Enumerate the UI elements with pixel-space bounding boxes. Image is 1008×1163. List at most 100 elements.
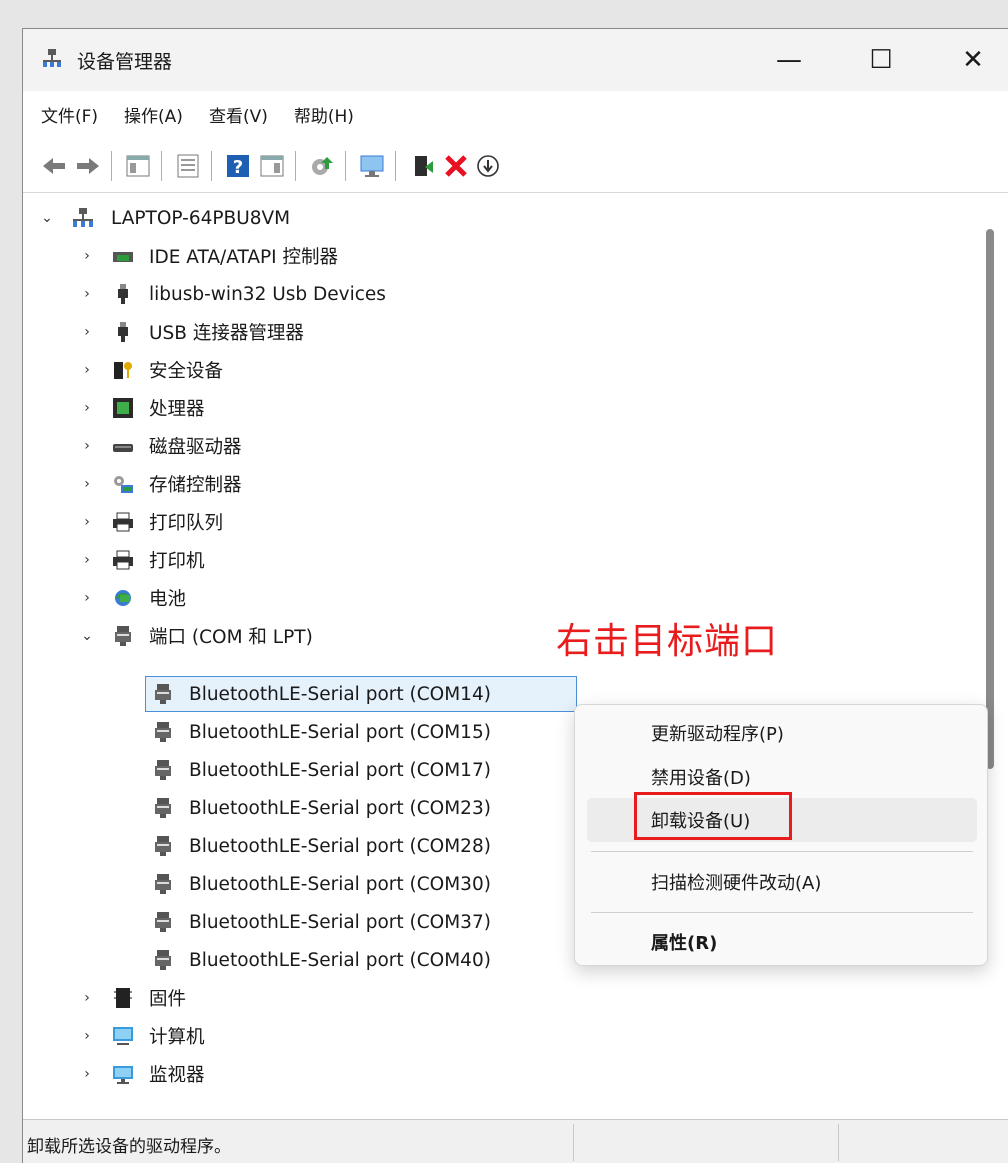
computer-icon: [113, 1027, 133, 1045]
port-item-label: BluetoothLE-Serial port (COM17): [189, 759, 491, 781]
processor-icon: [113, 398, 133, 418]
vertical-scrollbar[interactable]: [986, 229, 994, 769]
chevron-right-icon[interactable]: ›: [79, 590, 95, 606]
tree-category[interactable]: › libusb-win32 Usb Devices: [23, 275, 981, 313]
port-icon: [115, 626, 131, 646]
tree-category[interactable]: › 打印机: [23, 541, 981, 579]
tree-root-label: LAPTOP-64PBU8VM: [111, 207, 291, 229]
tree-category[interactable]: › 磁盘驱动器: [23, 427, 981, 465]
port-icon: [155, 836, 171, 856]
tree-category-label: USB 连接器管理器: [149, 323, 304, 344]
port-icon: [155, 684, 171, 704]
chevron-right-icon[interactable]: ›: [79, 248, 95, 264]
monitor-icon: [113, 1066, 133, 1084]
status-bar: 卸载所选设备的驱动程序。: [23, 1119, 1008, 1163]
menu-update-driver[interactable]: 更新驱动程序(P): [587, 711, 977, 755]
annotation-text: 右击目标端口: [556, 621, 779, 662]
tree-category[interactable]: › 计算机: [23, 1017, 981, 1055]
tree-category[interactable]: › 打印队列: [23, 503, 981, 541]
port-icon: [155, 874, 171, 894]
close-button[interactable]: ✕: [927, 29, 1008, 91]
tree-category-label: 端口 (COM 和 LPT): [149, 627, 313, 648]
status-text: 卸载所选设备的驱动程序。: [27, 1137, 231, 1157]
menu-help[interactable]: 帮助(H): [294, 102, 354, 127]
menu-file[interactable]: 文件(F): [41, 102, 98, 127]
battery-icon: [115, 590, 131, 606]
chevron-right-icon[interactable]: ›: [79, 990, 95, 1006]
uninstall-device-icon[interactable]: [443, 153, 469, 179]
port-item-label: BluetoothLE-Serial port (COM40): [189, 949, 491, 971]
menu-action[interactable]: 操作(A): [124, 102, 183, 127]
tree-category-label: 磁盘驱动器: [149, 437, 242, 458]
port-item-label: BluetoothLE-Serial port (COM37): [189, 911, 491, 933]
window-title: 设备管理器: [77, 51, 173, 73]
menu-properties[interactable]: 属性(R): [587, 920, 977, 964]
chevron-right-icon[interactable]: ›: [79, 400, 95, 416]
port-item-label: BluetoothLE-Serial port (COM28): [189, 835, 491, 857]
scan-hardware-icon[interactable]: [359, 153, 385, 179]
chevron-right-icon[interactable]: ›: [79, 1028, 95, 1044]
maximize-button[interactable]: ☐: [835, 29, 927, 91]
tree-category[interactable]: › 监视器: [23, 1055, 981, 1093]
storage-controller-icon: [114, 476, 133, 493]
update-driver-icon[interactable]: [309, 153, 335, 179]
printer-icon: [113, 550, 133, 570]
help-icon[interactable]: ?: [225, 153, 251, 179]
chevron-down-icon[interactable]: ⌄: [39, 210, 55, 226]
tree-category[interactable]: › 固件: [23, 979, 981, 1017]
chevron-right-icon[interactable]: ›: [79, 514, 95, 530]
download-driver-icon[interactable]: [475, 153, 501, 179]
chevron-right-icon[interactable]: ›: [79, 476, 95, 492]
port-icon: [155, 760, 171, 780]
tree-category-ports[interactable]: ⌄ 端口 (COM 和 LPT): [23, 617, 981, 655]
chevron-right-icon[interactable]: ›: [79, 552, 95, 568]
device-manager-icon: [43, 49, 61, 67]
device-manager-window: 设备管理器 — ☐ ✕ 文件(F) 操作(A) 查看(V) 帮助(H) ? ⌄: [22, 28, 1008, 1163]
tree-category[interactable]: › 电池: [23, 579, 981, 617]
uninstall-highlight-box: [634, 792, 792, 840]
menu-scan-hardware[interactable]: 扫描检测硬件改动(A): [587, 860, 977, 904]
port-item-label: BluetoothLE-Serial port (COM14): [189, 683, 491, 705]
usb-plug-icon: [118, 284, 128, 304]
enable-device-icon[interactable]: [411, 153, 437, 179]
port-item-label: BluetoothLE-Serial port (COM30): [189, 873, 491, 895]
chevron-right-icon[interactable]: ›: [79, 324, 95, 340]
forward-icon[interactable]: [75, 153, 101, 179]
tree-category-label: 存储控制器: [149, 475, 242, 496]
port-icon: [155, 912, 171, 932]
tree-category-label: libusb-win32 Usb Devices: [149, 283, 386, 305]
chevron-down-icon[interactable]: ⌄: [79, 628, 95, 644]
tree-category[interactable]: › USB 连接器管理器: [23, 313, 981, 351]
port-icon: [155, 950, 171, 970]
tree-root[interactable]: ⌄ LAPTOP-64PBU8VM: [23, 199, 981, 237]
tree-category-label: 处理器: [149, 399, 205, 420]
properties-icon[interactable]: [175, 153, 201, 179]
svg-text:?: ?: [233, 157, 243, 178]
show-hide-console-tree-icon[interactable]: [125, 153, 151, 179]
tree-category-label: IDE ATA/ATAPI 控制器: [149, 247, 338, 268]
tree-category[interactable]: › IDE ATA/ATAPI 控制器: [23, 237, 981, 275]
device-tree[interactable]: ⌄ LAPTOP-64PBU8VM › IDE ATA/ATAPI 控制器 › …: [23, 195, 981, 1115]
chevron-right-icon[interactable]: ›: [79, 286, 95, 302]
computer-network-icon: [73, 208, 93, 227]
minimize-button[interactable]: —: [743, 29, 835, 91]
status-divider: [838, 1124, 839, 1161]
menu-view[interactable]: 查看(V): [209, 102, 268, 127]
chevron-right-icon[interactable]: ›: [79, 362, 95, 378]
tree-category[interactable]: › 安全设备: [23, 351, 981, 389]
action-pane-icon[interactable]: [259, 153, 285, 179]
tree-category-label: 安全设备: [149, 361, 224, 382]
menu-separator: [591, 851, 973, 852]
tree-category[interactable]: › 存储控制器: [23, 465, 981, 503]
tree-category[interactable]: › 处理器: [23, 389, 981, 427]
title-bar: 设备管理器 — ☐ ✕: [23, 29, 1008, 91]
tree-category-label: 固件: [149, 989, 187, 1010]
back-icon[interactable]: [41, 153, 67, 179]
firmware-icon: [114, 988, 132, 1008]
chevron-right-icon[interactable]: ›: [79, 1066, 95, 1082]
tree-category-label: 计算机: [149, 1027, 205, 1048]
tree-category-label: 电池: [149, 589, 187, 610]
chevron-right-icon[interactable]: ›: [79, 438, 95, 454]
security-key-icon: [114, 362, 132, 379]
printer-icon: [113, 512, 133, 532]
